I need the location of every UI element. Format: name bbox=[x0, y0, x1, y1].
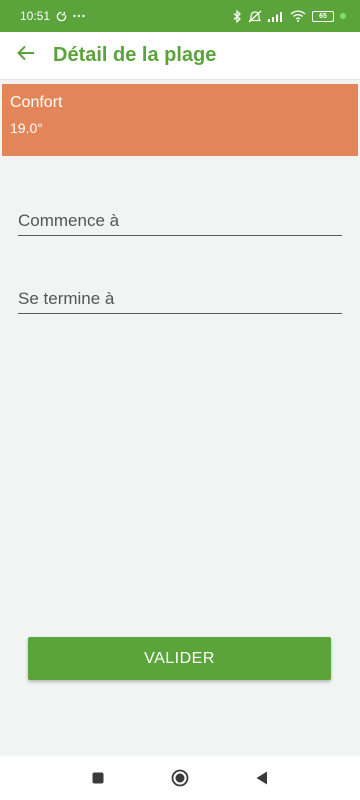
status-right: 65 bbox=[233, 9, 346, 23]
mute-icon bbox=[248, 10, 262, 23]
back-icon[interactable] bbox=[250, 766, 274, 790]
recent-apps-icon[interactable] bbox=[86, 766, 110, 790]
slot-temperature: 19.0° bbox=[10, 120, 43, 136]
home-icon[interactable] bbox=[168, 766, 192, 790]
status-bar: 10:51 65 bbox=[0, 0, 360, 32]
signal-icon bbox=[268, 11, 284, 22]
end-time-placeholder: Se termine à bbox=[18, 289, 115, 308]
wifi-icon bbox=[290, 10, 306, 22]
navigation-bar bbox=[0, 756, 360, 800]
app-bar: Détail de la plage bbox=[0, 32, 360, 80]
slot-name: Confort bbox=[10, 94, 63, 111]
notification-dot bbox=[340, 13, 346, 19]
back-button[interactable] bbox=[0, 32, 52, 80]
start-time-placeholder: Commence à bbox=[18, 211, 120, 230]
status-time: 10:51 bbox=[20, 9, 51, 23]
battery-icon: 65 bbox=[312, 10, 334, 22]
end-time-field[interactable]: Se termine à bbox=[18, 284, 342, 314]
page-title: Détail de la plage bbox=[53, 44, 217, 66]
arrow-left-icon bbox=[17, 45, 35, 66]
bluetooth-icon bbox=[233, 9, 242, 23]
status-left: 10:51 bbox=[20, 9, 85, 23]
more-icon bbox=[73, 14, 85, 18]
sync-icon bbox=[56, 11, 67, 22]
slot-card: Confort 19.0° bbox=[2, 84, 358, 156]
validate-button[interactable]: VALIDER bbox=[28, 637, 331, 680]
start-time-field[interactable]: Commence à bbox=[18, 206, 342, 236]
